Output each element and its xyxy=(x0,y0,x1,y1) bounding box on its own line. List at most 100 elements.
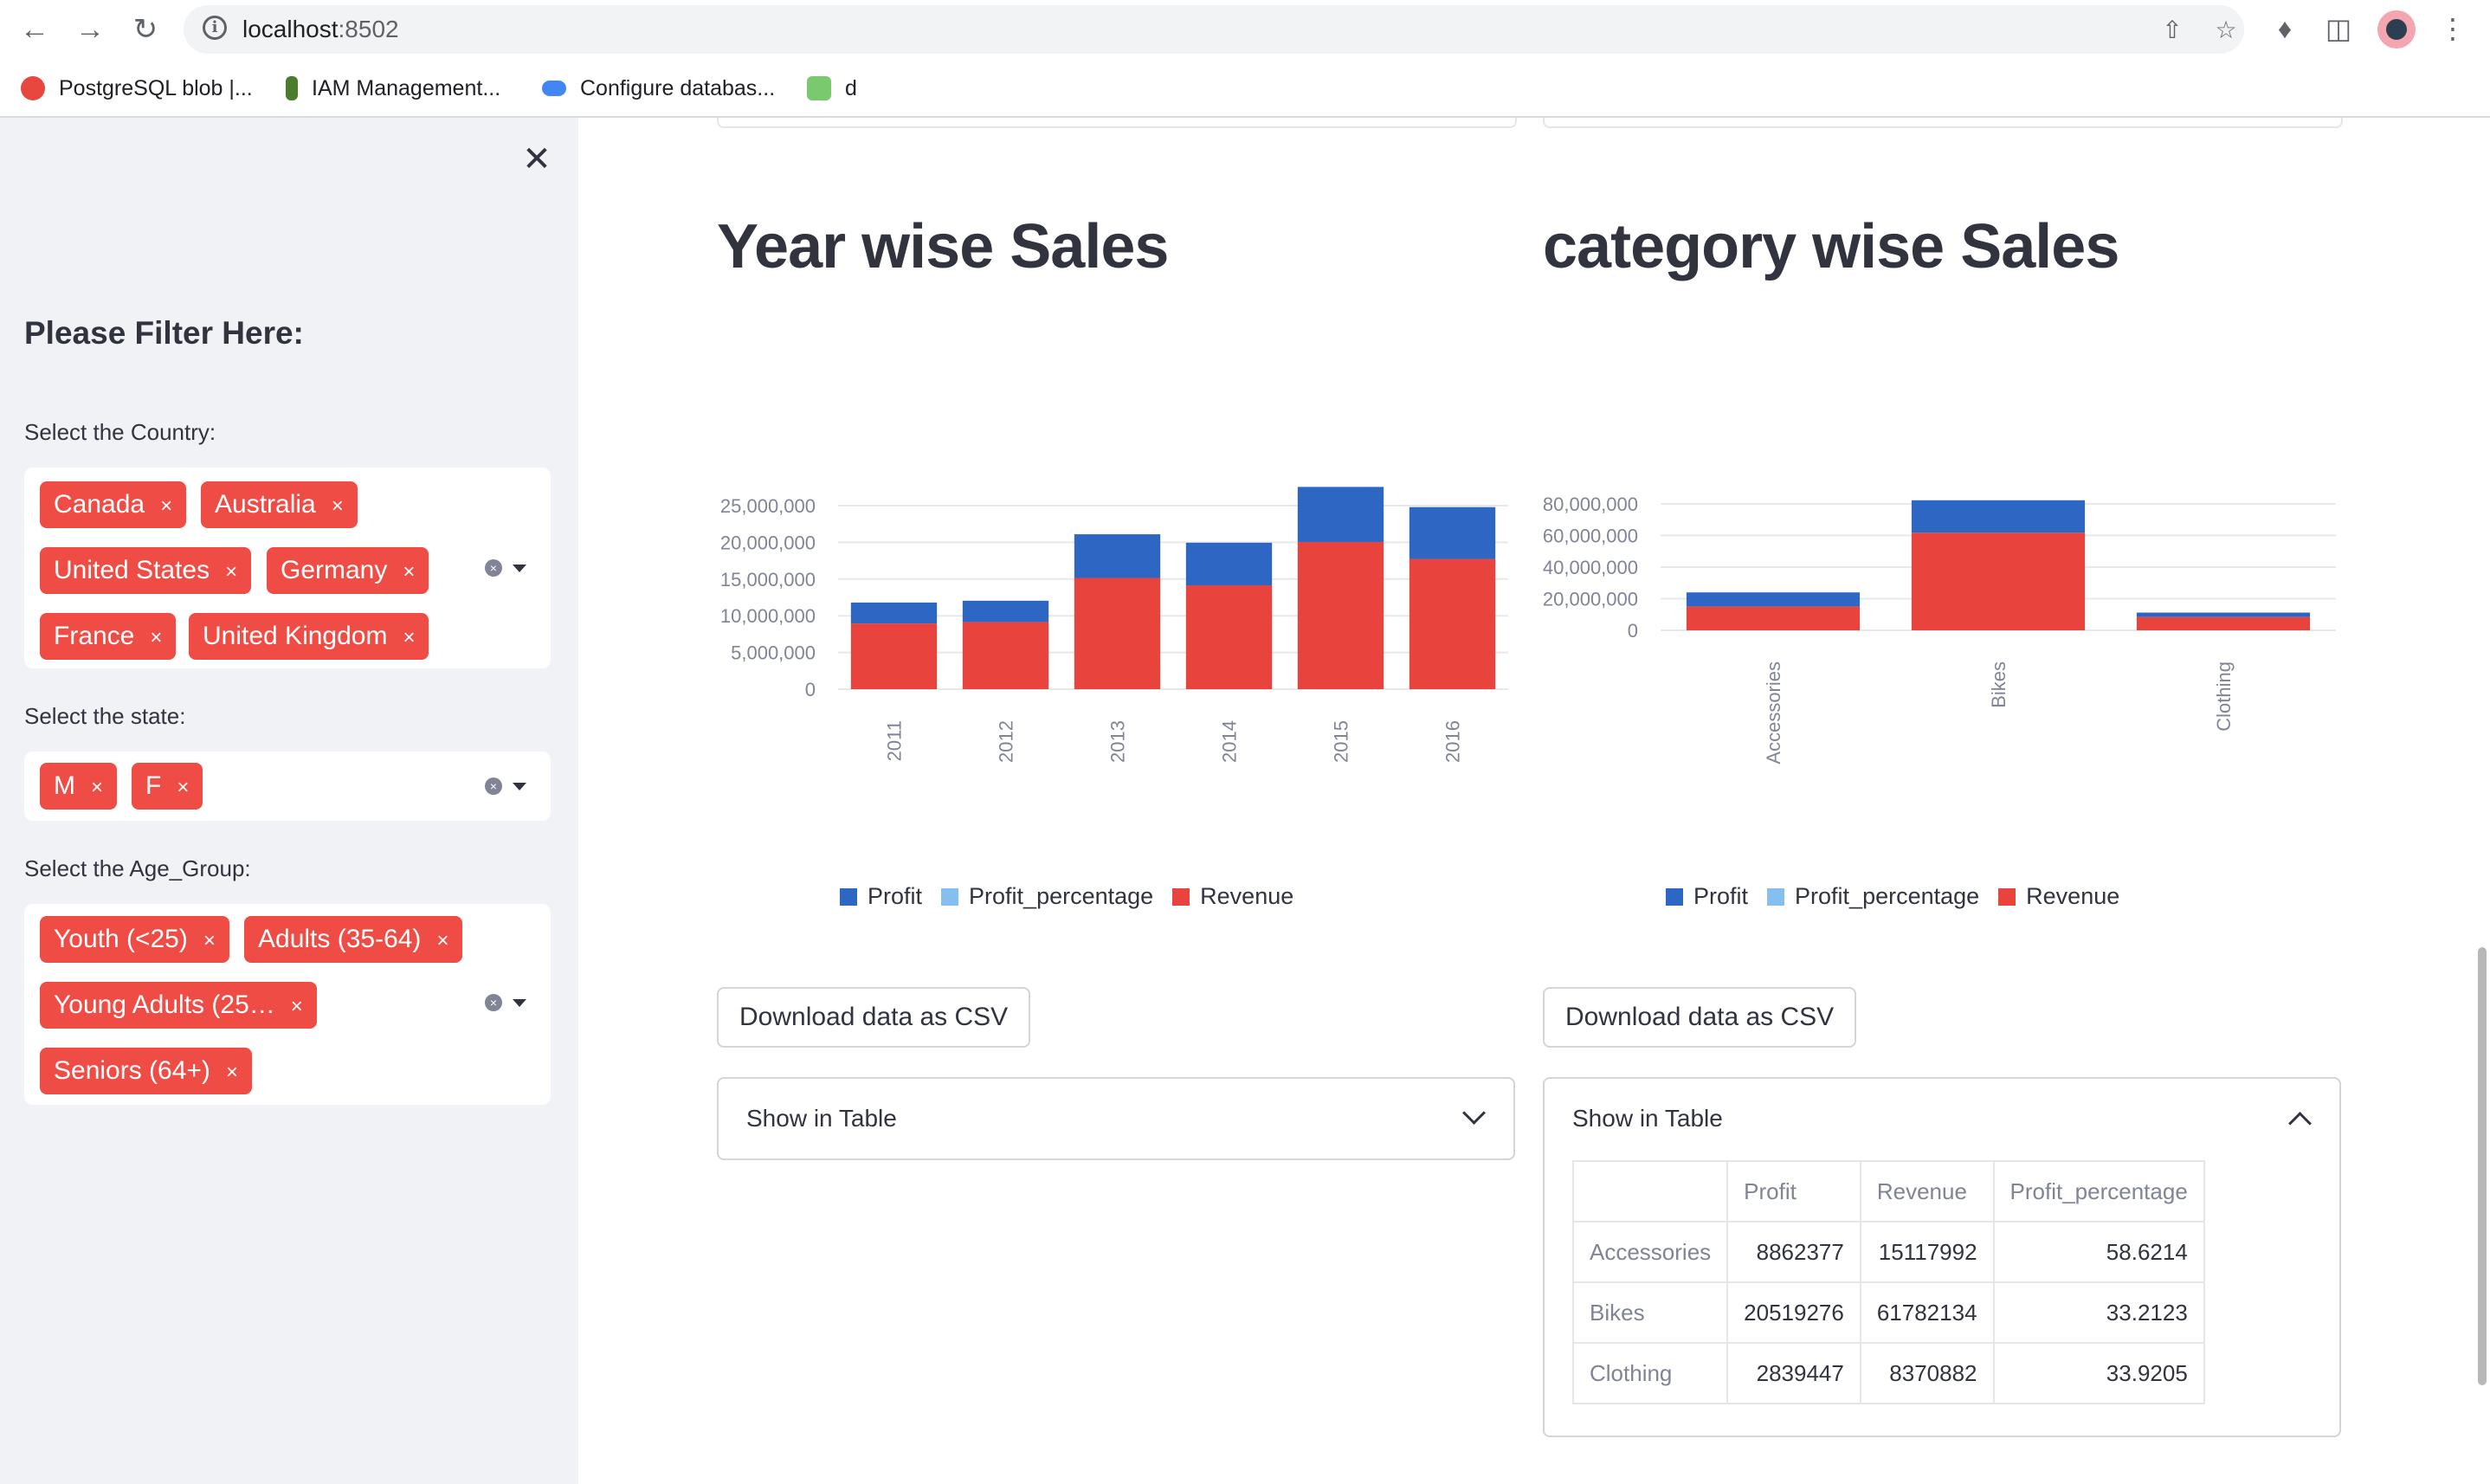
address-bar[interactable]: i localhost:8502 ⇧ ☆ xyxy=(184,5,2244,54)
cloud-icon xyxy=(542,81,566,96)
chevron-up-icon[interactable] xyxy=(2288,1112,2312,1135)
tag-label: Germany xyxy=(281,556,388,584)
back-icon[interactable]: ← xyxy=(16,10,54,48)
tag-remove-icon[interactable]: × xyxy=(203,929,216,952)
download-csv-button-year[interactable]: Download data as CSV xyxy=(717,987,1031,1048)
tag-label: United States xyxy=(54,556,210,584)
column-header[interactable]: Profit_percentage xyxy=(1992,1160,2205,1223)
legend-label: Revenue xyxy=(1200,883,1294,909)
menu-icon[interactable]: ⋮ xyxy=(2438,12,2467,45)
year-wise-sales-title: Year wise Sales xyxy=(717,212,1169,281)
clear-icon[interactable]: × xyxy=(485,777,502,795)
tag-remove-icon[interactable]: × xyxy=(225,560,237,584)
tag-france[interactable]: France × xyxy=(40,613,177,660)
row-index: Accessories xyxy=(1571,1221,1729,1283)
column-header[interactable]: Revenue xyxy=(1859,1160,1995,1223)
table-row: Accessories 8862377 15117992 58.6214 xyxy=(1571,1221,2205,1283)
tag-remove-icon[interactable]: × xyxy=(403,560,415,584)
table-cell: 8862377 xyxy=(1726,1221,1861,1283)
side-panel-icon[interactable]: ◫ xyxy=(2324,12,2353,45)
tag-remove-icon[interactable]: × xyxy=(436,929,448,952)
y-tick-label: 15,000,000 xyxy=(720,569,816,590)
tag-remove-icon[interactable]: × xyxy=(91,776,103,799)
tag-young-adults[interactable]: Young Adults (25… × xyxy=(40,982,317,1029)
tag-adults[interactable]: Adults (35-64) × xyxy=(244,916,463,963)
legend-item-revenue[interactable]: Revenue xyxy=(1998,883,2119,910)
tag-remove-icon[interactable]: × xyxy=(160,494,172,518)
country-multiselect[interactable]: Canada × Australia × United States × German… xyxy=(24,468,551,668)
chevron-down-icon[interactable] xyxy=(513,565,526,572)
site-info-icon[interactable]: i xyxy=(203,16,227,40)
y-tick-label: 25,000,000 xyxy=(720,495,816,517)
tag-australia[interactable]: Australia × xyxy=(201,481,358,528)
tag-united-kingdom[interactable]: United Kingdom × xyxy=(189,613,429,660)
bookmark-postgresql[interactable]: PostgreSQL blob |... xyxy=(21,73,253,104)
legend-item-profit[interactable]: Profit xyxy=(840,883,922,910)
y-tick-label: 0 xyxy=(805,679,816,700)
chevron-down-icon[interactable] xyxy=(513,783,526,790)
page-scrollbar[interactable] xyxy=(2478,947,2487,1385)
chevron-down-icon[interactable] xyxy=(1462,1101,1486,1125)
bookmark-configure-database[interactable]: Configure databas... xyxy=(542,73,775,104)
legend-item-profit[interactable]: Profit xyxy=(1666,883,1748,910)
tag-remove-icon[interactable]: × xyxy=(332,494,344,518)
tag-canada[interactable]: Canada × xyxy=(40,481,187,528)
year-wise-sales-chart: 0 5,000,000 10,000,000 15,000,000 20,000,000… xyxy=(720,487,1508,763)
x-tick-label: Bikes xyxy=(1988,661,2009,708)
y-tick-label: 60,000,000 xyxy=(1543,526,1638,547)
clear-icon[interactable]: × xyxy=(485,994,502,1011)
legend-swatch xyxy=(941,887,959,906)
column-header[interactable]: Profit xyxy=(1726,1160,1861,1223)
tag-germany[interactable]: Germany × xyxy=(267,547,429,594)
tag-youth[interactable]: Youth (<25) × xyxy=(40,916,229,963)
x-tick-label: 2015 xyxy=(1331,720,1352,763)
share-icon[interactable]: ⇧ xyxy=(2159,17,2185,43)
bookmark-iam[interactable]: IAM Management... xyxy=(286,73,500,104)
column-header[interactable] xyxy=(1571,1160,1729,1223)
tag-label: F xyxy=(145,771,162,800)
star-icon[interactable]: ☆ xyxy=(2213,17,2239,43)
x-tick-label: Accessories xyxy=(1763,661,1784,765)
tag-united-states[interactable]: United States × xyxy=(40,547,252,594)
profile-avatar[interactable] xyxy=(2377,10,2416,48)
bar-profit-Accessories xyxy=(1686,592,1861,607)
bar-profit-2014 xyxy=(1185,542,1273,586)
tag-state-m[interactable]: M × xyxy=(40,763,118,810)
bookmarks-bar: PostgreSQL blob |... IAM Management... C… xyxy=(0,59,2490,118)
bookmark-d[interactable]: d xyxy=(807,73,857,104)
tag-remove-icon[interactable]: × xyxy=(291,995,303,1018)
bar-profit-2016 xyxy=(1409,506,1496,559)
tag-label: Adults (35-64) xyxy=(258,925,422,953)
table-cell: 8370882 xyxy=(1859,1342,1995,1404)
tag-remove-icon[interactable]: × xyxy=(177,776,189,799)
tag-remove-icon[interactable]: × xyxy=(150,626,162,649)
download-csv-button-category[interactable]: Download data as CSV xyxy=(1543,987,1857,1048)
bar-revenue-Accessories xyxy=(1686,606,1861,630)
tag-remove-icon[interactable]: × xyxy=(403,626,415,649)
show-in-table-expander-year[interactable]: Show in Table xyxy=(717,1077,1515,1160)
tag-state-f[interactable]: F × xyxy=(132,763,203,810)
chevron-down-icon[interactable] xyxy=(513,999,526,1007)
tag-label: France xyxy=(54,622,135,650)
legend-swatch xyxy=(1172,887,1190,906)
legend-swatch xyxy=(840,887,857,906)
url-text: localhost:8502 xyxy=(242,16,399,43)
state-multiselect[interactable]: M × F × × xyxy=(24,752,551,821)
forward-icon[interactable]: → xyxy=(71,10,109,48)
bookmark-label: d xyxy=(845,75,857,100)
close-sidebar-icon[interactable]: ✕ xyxy=(519,142,554,177)
show-in-table-expander-category[interactable]: Show in Table Profit Revenue Profit_perc… xyxy=(1543,1077,2341,1437)
age-group-multiselect[interactable]: Youth (<25) × Adults (35-64) × Young Adult… xyxy=(24,904,551,1105)
bookmark-label: Configure databas... xyxy=(580,75,776,100)
legend-label: Profit_percentage xyxy=(1795,883,1980,909)
clear-icon[interactable]: × xyxy=(485,559,502,577)
legend-item-profit-percentage[interactable]: Profit_percentage xyxy=(1767,883,1979,910)
legend-item-revenue[interactable]: Revenue xyxy=(1172,883,1293,910)
y-tick-label: 80,000,000 xyxy=(1543,494,1638,515)
reload-icon[interactable]: ↻ xyxy=(126,10,164,48)
tag-remove-icon[interactable]: × xyxy=(226,1061,238,1084)
tag-seniors[interactable]: Seniors (64+) × xyxy=(40,1048,252,1094)
y-tick-label: 10,000,000 xyxy=(720,605,816,627)
extensions-icon[interactable]: ♦ xyxy=(2270,12,2300,45)
legend-item-profit-percentage[interactable]: Profit_percentage xyxy=(941,883,1153,910)
